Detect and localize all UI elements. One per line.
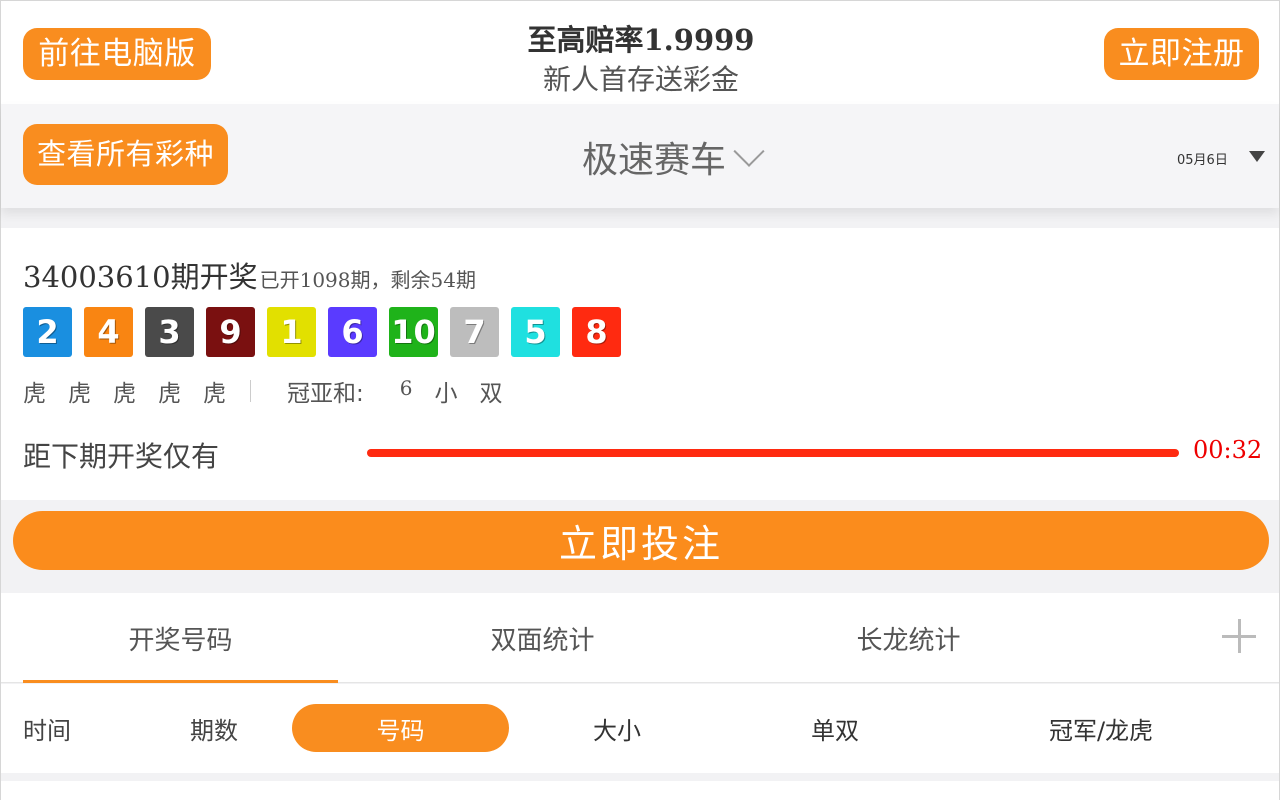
register-button[interactable]: 立即注册	[1104, 28, 1259, 80]
desktop-version-button[interactable]: 前往电脑版	[23, 28, 211, 80]
result-ball: 6	[328, 307, 377, 357]
game-name: 极速赛车	[581, 140, 726, 181]
result-ball: 4	[84, 307, 133, 357]
result-ball: 10	[389, 307, 438, 357]
result-balls: 2 4 3 9 1 6 10 7 5 8	[23, 307, 621, 357]
tab-two-sided-stats[interactable]: 双面统计	[385, 593, 700, 683]
subtab-time[interactable]: 时间	[23, 704, 73, 752]
caret-down-icon	[1249, 151, 1265, 162]
column-filter-tabs: 时间 期数 号码 大小 单双 冠军/龙虎	[1, 684, 1279, 773]
subtab-parity[interactable]: 单双	[799, 704, 871, 752]
dragon-tiger-result: 虎	[158, 381, 181, 407]
promo-subtitle: 新人首存送彩金	[542, 63, 739, 96]
result-ball: 8	[572, 307, 621, 357]
date-label: 05月6日	[1177, 152, 1228, 168]
lottery-selector-bar: 查看所有彩种 极速赛车 05月6日	[1, 104, 1279, 208]
countdown-timer: 00:32	[1193, 436, 1263, 464]
game-dropdown[interactable]: 极速赛车	[521, 132, 821, 182]
stats-line: 虎 虎 虎 虎 虎 冠亚和: 6 小 双	[23, 374, 502, 408]
tab-draw-numbers[interactable]: 开奖号码	[23, 593, 338, 683]
promo-title: 至高赔率1.9999	[527, 23, 755, 57]
countdown-progress-fill	[367, 449, 1179, 457]
result-ball: 1	[267, 307, 316, 357]
countdown-label: 距下期开奖仅有	[23, 440, 220, 473]
sum-label: 冠亚和:	[287, 381, 364, 407]
result-ball: 2	[23, 307, 72, 357]
subtab-size[interactable]: 大小	[581, 704, 653, 752]
all-lotteries-button[interactable]: 查看所有彩种	[23, 124, 228, 185]
top-header: 前往电脑版 至高赔率1.9999 新人首存送彩金 立即注册	[1, 1, 1279, 104]
result-ball: 7	[450, 307, 499, 357]
dragon-tiger-result: 虎	[68, 381, 91, 407]
plus-icon[interactable]	[1222, 619, 1256, 653]
subtab-period[interactable]: 期数	[181, 704, 247, 752]
dragon-tiger-result: 虎	[23, 381, 46, 407]
result-ball: 5	[511, 307, 560, 357]
result-ball: 3	[145, 307, 194, 357]
countdown-progress-bar	[367, 449, 1179, 457]
chevron-down-icon	[733, 135, 765, 167]
stats-tabs: 开奖号码 双面统计 长龙统计	[1, 593, 1279, 683]
period-info: 已开1098期，剩余54期	[259, 268, 476, 292]
period-line: 34003610期开奖 已开1098期，剩余54期	[23, 254, 476, 296]
divider	[250, 380, 251, 402]
sum-size: 小	[434, 381, 458, 407]
subtab-champion-dragon-tiger[interactable]: 冠军/龙虎	[1031, 704, 1171, 752]
subtab-numbers[interactable]: 号码	[292, 704, 509, 752]
sum-parity: 双	[479, 381, 503, 407]
results-list-top	[1, 781, 1279, 800]
draw-result-panel: 34003610期开奖 已开1098期，剩余54期 2 4 3 9 1 6 10 7 5 8 虎 …	[1, 228, 1279, 500]
dragon-tiger-result: 虎	[113, 381, 136, 407]
sum-value: 6	[399, 376, 413, 400]
dragon-tiger-result: 虎	[203, 381, 226, 407]
tab-streak-stats[interactable]: 长龙统计	[751, 593, 1066, 683]
place-bet-button[interactable]: 立即投注	[13, 511, 1269, 570]
date-dropdown[interactable]: 05月6日	[1177, 146, 1277, 170]
period-number: 34003610期开奖	[23, 260, 258, 294]
result-ball: 9	[206, 307, 255, 357]
